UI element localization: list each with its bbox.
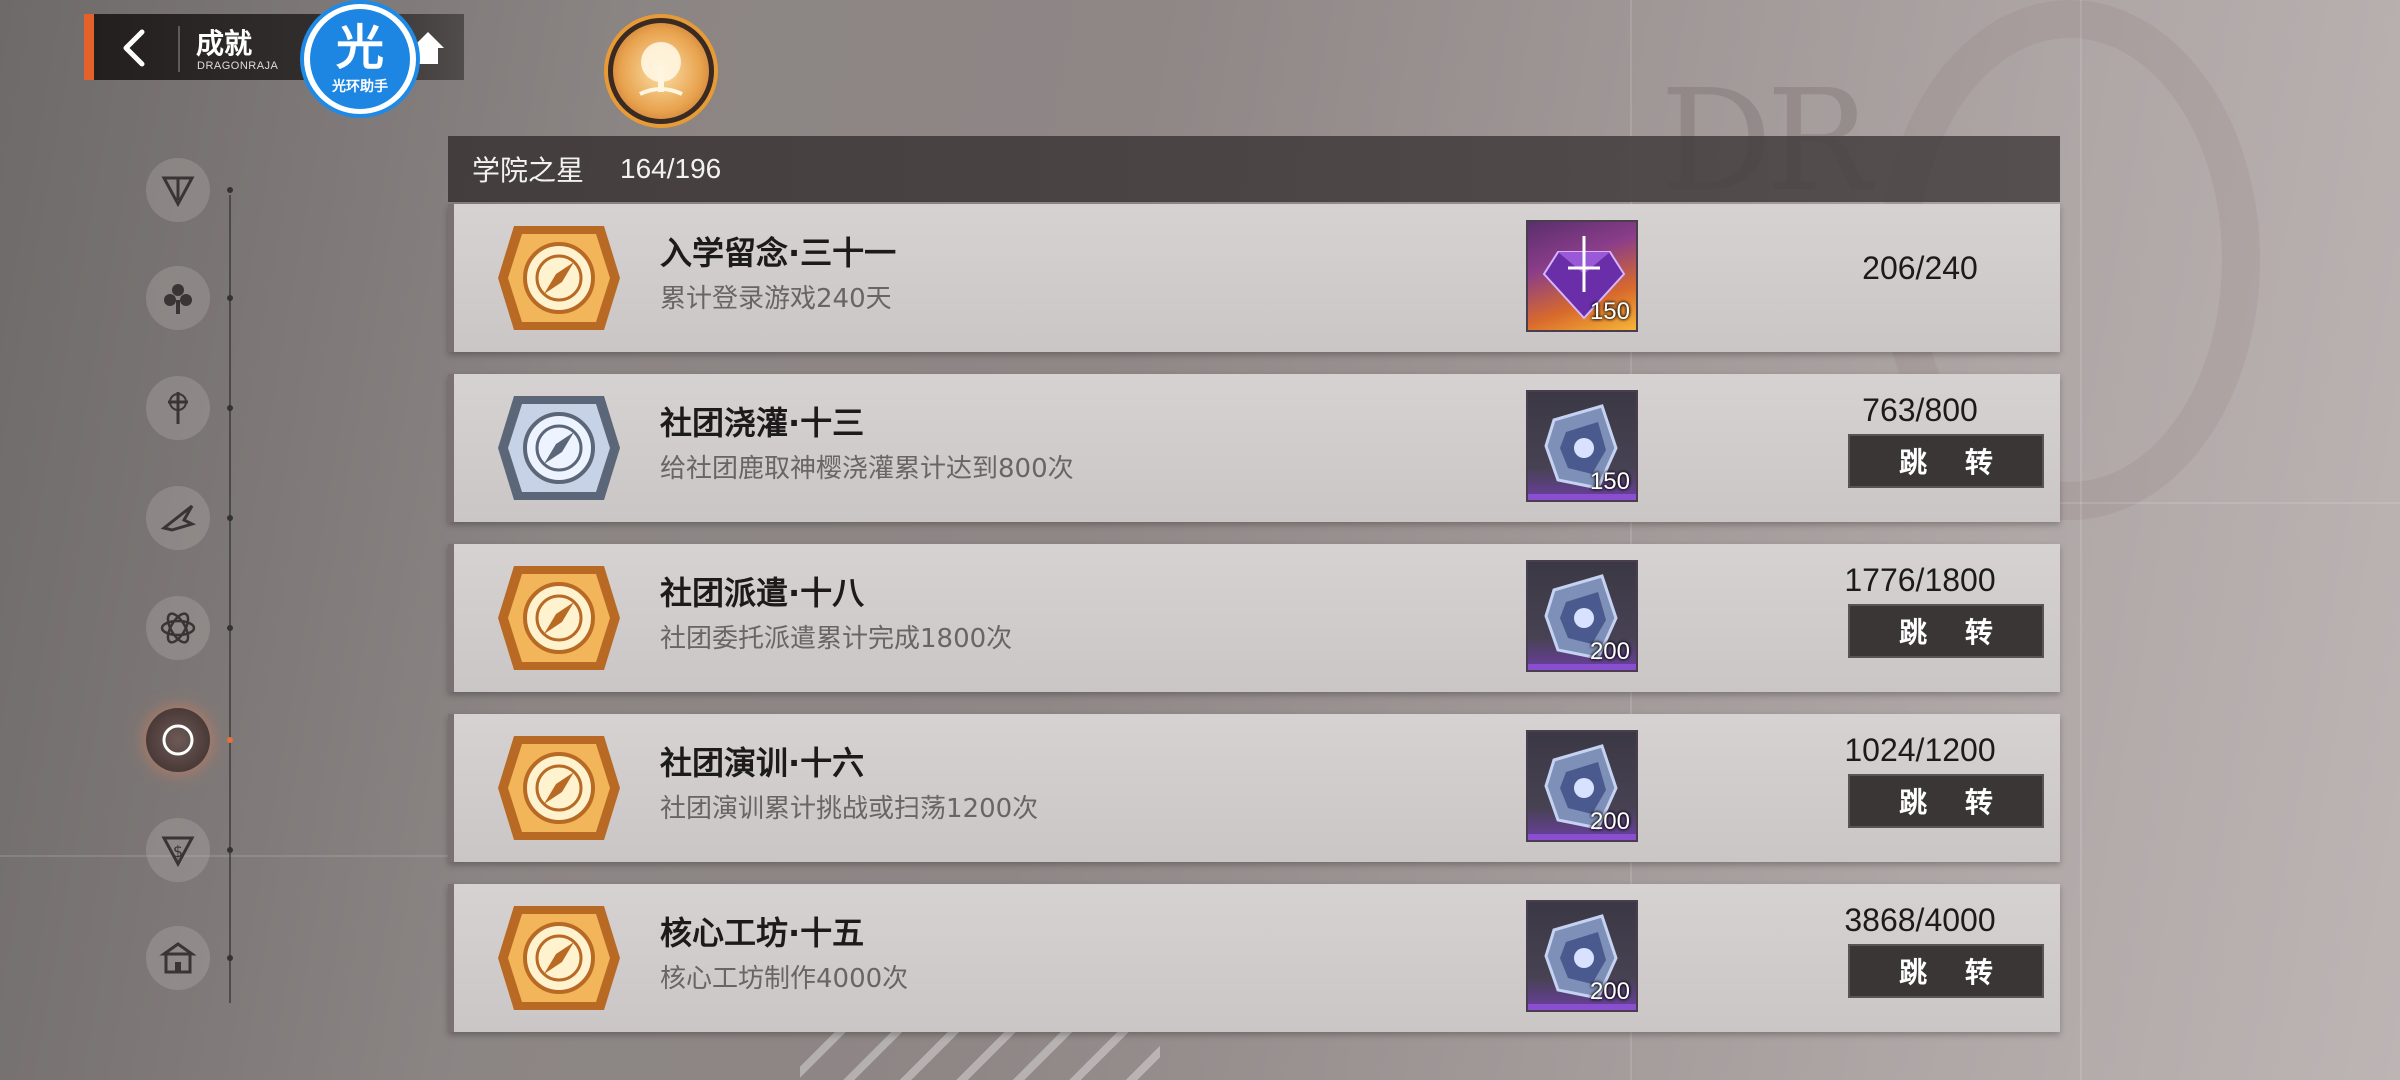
nav-item-7[interactable]: $ [146,818,210,882]
assistant-overlay-inner: 光 光环助手 [310,9,410,109]
nav-dot [227,295,233,301]
background-line [0,855,450,857]
reward-tile[interactable]: 200 [1526,560,1638,672]
jump-button[interactable]: 跳 转 [1848,944,2044,998]
nav-item-4[interactable] [146,486,210,550]
category-name: 学院之星 [472,154,585,187]
jump-button[interactable]: 跳 转 [1848,774,2044,828]
atom-icon [160,612,196,644]
nav-dot [227,405,233,411]
background-line [2060,502,2400,504]
achievement-card: 社团浇灌·十三给社团鹿取神樱浇灌累计达到800次 150 763/800 跳 转 [448,374,2060,522]
achievement-title: 社团演训·十六 [660,744,865,782]
crest-icon [161,176,195,208]
achievement-description: 社团委托派遣累计完成1800次 [660,624,1013,654]
achievement-card: 核心工坊·十五核心工坊制作4000次 200 3868/4000 跳 转 [448,884,2060,1032]
jump-button[interactable]: 跳 转 [1848,434,2044,488]
achievement-description: 核心工坊制作4000次 [660,964,909,994]
reward-tile[interactable]: 150 [1526,390,1638,502]
category-header: 学院之星 164/196 [448,136,2060,202]
chevron-left-icon [123,29,145,67]
nav-item-2[interactable] [146,266,210,330]
achievement-progress: 3868/4000 [1844,902,1996,938]
sword-icon [168,392,188,424]
nav-dot [227,737,233,743]
achievement-card: 社团演训·十六社团演训累计挑战或扫荡1200次 200 1024/1200 跳 转 [448,714,2060,862]
header-divider [178,26,180,72]
reward-tile[interactable]: 200 [1526,900,1638,1012]
jump-button[interactable]: 跳 转 [1848,604,2044,658]
assistant-overlay-button[interactable]: 光 光环助手 [300,0,420,118]
svg-text:$: $ [173,842,183,861]
gold-compass-badge-icon [498,736,620,840]
header-accent-bar [84,14,94,80]
background-line [2080,0,2082,1080]
achievement-title: 入学留念·三十一 [660,234,897,272]
academy-tree-emblem [608,18,714,124]
building-icon [159,942,197,974]
page-subtitle: DRAGONRAJA [197,60,279,72]
reward-quantity: 200 [1589,808,1630,835]
nav-dot [227,955,233,961]
nav-dot [227,187,233,193]
achievement-progress: 206/240 [1862,250,1978,286]
nav-item-1[interactable] [146,158,210,222]
assistant-label: 光环助手 [332,79,388,95]
assistant-glyph: 光 [335,20,384,76]
achievement-progress: 1024/1200 [1844,732,1996,768]
nav-rail [229,195,231,1003]
tree-icon [639,42,683,96]
clover-icon [164,284,192,314]
reward-quantity: 150 [1589,298,1630,325]
reward-quantity: 150 [1589,468,1630,495]
gold-compass-badge-icon [498,566,620,670]
achievement-card: 入学留念·三十一累计登录游戏240天 150 206/240 [448,204,2060,352]
compass-icon [162,724,194,756]
nav-dot [227,847,233,853]
achievement-title: 社团派遣·十八 [660,574,865,612]
achievement-title: 社团浇灌·十三 [660,404,865,442]
silver-compass-badge-icon [498,396,620,500]
nav-dot [227,515,233,521]
wing-icon [160,504,197,532]
page-title: 成就 [196,27,253,60]
reward-tile[interactable]: 200 [1526,730,1638,842]
category-count: 164/196 [620,153,722,184]
achievement-description: 累计登录游戏240天 [660,284,892,314]
nav-item-6[interactable] [146,708,210,772]
achievement-description: 给社团鹿取神樱浇灌累计达到800次 [660,454,1074,484]
nav-item-8[interactable] [146,926,210,990]
achievement-description: 社团演训累计挑战或扫荡1200次 [660,794,1039,824]
nav-dot [227,625,233,631]
reward-tile[interactable]: 150 [1526,220,1638,332]
achievement-card: 社团派遣·十八社团委托派遣累计完成1800次 200 1776/1800 跳 转 [448,544,2060,692]
achievement-progress: 763/800 [1862,392,1978,428]
back-button[interactable] [106,20,162,76]
nav-item-5[interactable] [146,596,210,660]
gold-compass-badge-icon [498,226,620,330]
dollar-crest-icon: $ [161,836,195,868]
gold-compass-badge-icon [498,906,620,1010]
reward-quantity: 200 [1589,978,1630,1005]
reward-quantity: 200 [1589,638,1630,665]
achievement-title: 核心工坊·十五 [660,914,865,952]
achievement-progress: 1776/1800 [1844,562,1996,598]
nav-item-3[interactable] [146,376,210,440]
